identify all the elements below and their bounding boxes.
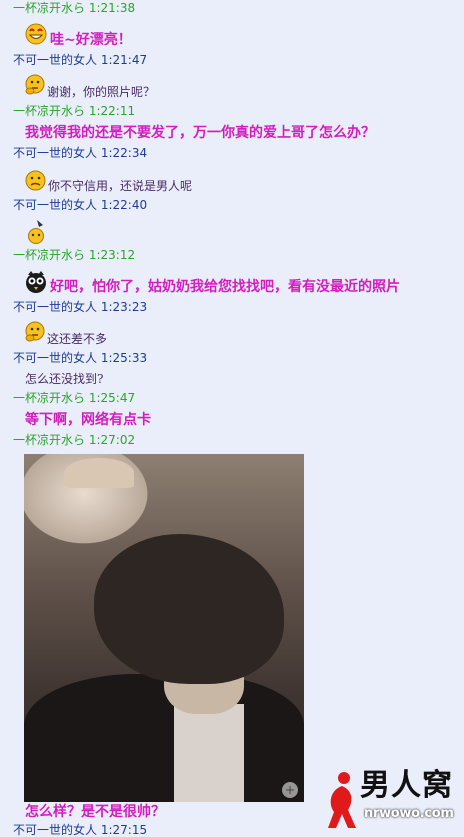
grin-emoticon-icon: [25, 23, 47, 45]
message-header: 不可一世的女人 1:22:34: [13, 146, 148, 160]
message-header: 不可一世的女人 1:21:47: [13, 53, 148, 67]
message-header: 一杯凉开水ら 1:21:38: [13, 1, 136, 15]
message-header: 不可一世的女人 1:23:23: [13, 300, 148, 314]
photo-shirt-shape: [174, 704, 244, 802]
zoom-icon[interactable]: +: [282, 782, 298, 798]
message-text: 好吧，怕你了，姑奶奶我给您找找吧，看有没最近的照片: [50, 279, 400, 295]
message-text: 我觉得我的还是不要发了，万一你真的爱上哥了怎么办？: [25, 125, 375, 141]
thinking-emoticon-icon: [25, 74, 45, 95]
photo-hair-shape: [94, 534, 284, 684]
photo-jacket-shape: [24, 674, 304, 802]
message-text: 哇~好漂亮！: [50, 32, 132, 48]
message-header: 一杯凉开水ら 1:25:47: [13, 391, 136, 405]
owl-emoticon-icon: [26, 271, 46, 293]
message-header: 不可一世的女人 1:22:40: [13, 198, 148, 212]
message-text: 怎么还没找到?: [25, 372, 104, 386]
runner-logo-icon: [328, 772, 356, 828]
thinking-emoticon-icon: [25, 321, 45, 342]
message-text: 你不守信用，还说是男人呢: [48, 179, 193, 193]
watermark-brand: 男人窝: [360, 768, 453, 803]
confused-emoticon-icon: [25, 170, 46, 191]
message-header: 一杯凉开水ら 1:23:12: [13, 248, 136, 262]
message-header: 不可一世的女人 1:27:15: [13, 823, 148, 837]
message-header: 不可一世的女人 1:25:33: [13, 351, 148, 365]
message-header: 一杯凉开水ら 1:27:02: [13, 433, 136, 447]
message-text: 这还差不多: [47, 332, 108, 346]
lamp-shape: [64, 458, 134, 488]
message-text: 谢谢，你的照片呢？: [47, 85, 156, 99]
shared-photo[interactable]: +: [24, 454, 304, 802]
watermark-logo: 男人窝 nrwowo.com: [318, 766, 464, 833]
sweat-emoticon-icon: [28, 220, 44, 244]
message-text: 怎么样？是不是很帅？: [25, 804, 165, 820]
message-header: 一杯凉开水ら 1:22:11: [13, 104, 136, 118]
message-text: 等下啊，网络有点卡: [25, 412, 151, 428]
watermark-url: nrwowo.com: [364, 806, 454, 821]
